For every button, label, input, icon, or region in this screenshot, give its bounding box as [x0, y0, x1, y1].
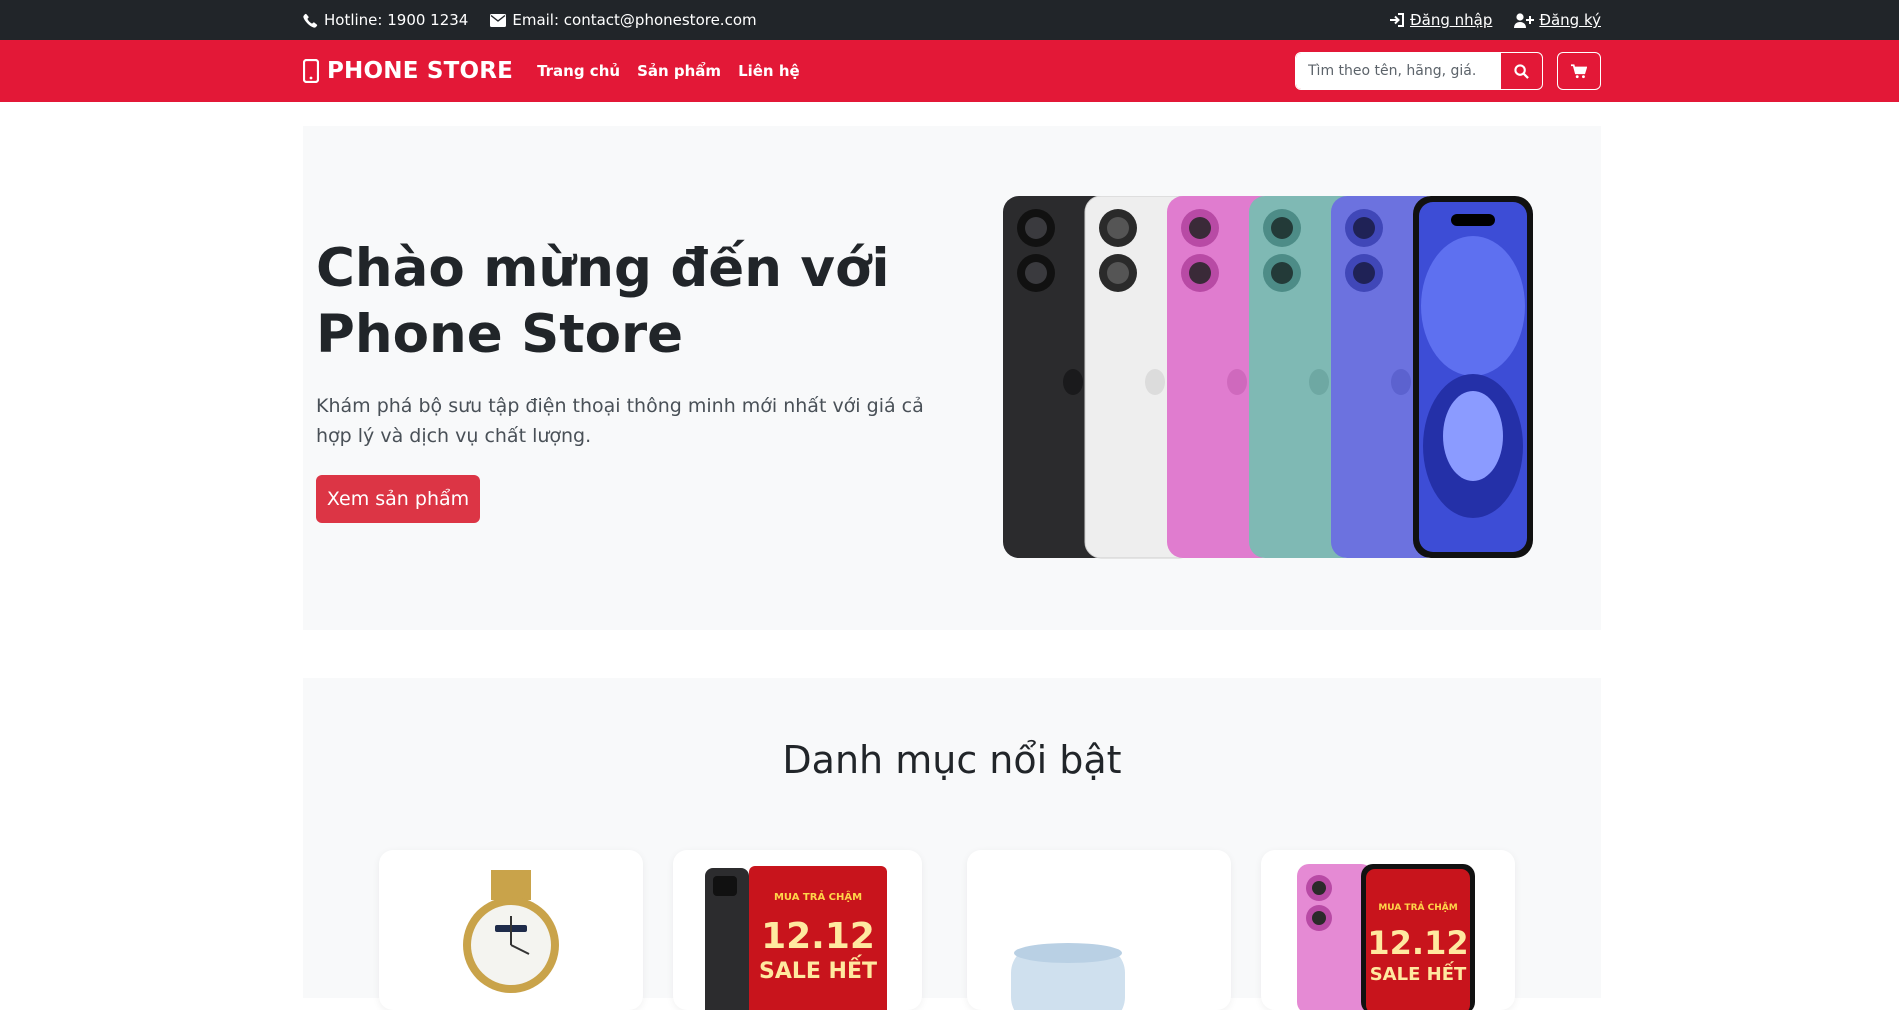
promo-top-text: MUA TRẢ CHẬM — [774, 889, 862, 903]
brand-logo[interactable]: PHONE STORE — [303, 58, 513, 84]
search-icon — [1514, 63, 1530, 79]
cart-button[interactable] — [1557, 52, 1601, 90]
promo-sale-text-2: SALE HẾT — [1370, 961, 1467, 985]
sign-in-icon — [1390, 13, 1405, 27]
main-navbar: PHONE STORE Trang chủ Sản phẩm Liên hệ — [0, 40, 1899, 102]
tablet-promo-image: MUA TRẢ CHẬM 12.12 SALE HẾT — [705, 866, 887, 1010]
email-text: Email: contact@phonestore.com — [512, 11, 757, 29]
search-button[interactable] — [1500, 53, 1542, 89]
promo-sale-text: SALE HẾT — [759, 955, 877, 984]
envelope-icon — [490, 13, 507, 27]
user-plus-icon — [1514, 12, 1535, 28]
category-card-earbuds[interactable] — [967, 850, 1231, 1010]
category-card-phone[interactable]: MUA TRẢ CHẬM 12.12 SALE HẾT — [1261, 850, 1515, 1010]
hero-title: Chào mừng đến với Phone Store — [316, 238, 890, 365]
register-link[interactable]: Đăng ký — [1514, 11, 1601, 29]
watch-image — [463, 870, 559, 993]
earbuds-image — [1011, 943, 1125, 1010]
nav-contact[interactable]: Liên hệ — [738, 62, 800, 80]
mobile-phone-icon — [303, 59, 319, 83]
hero-phones-image — [1003, 196, 1533, 559]
phone-promo-image: MUA TRẢ CHẬM 12.12 SALE HẾT — [1297, 864, 1475, 1010]
register-label[interactable]: Đăng ký — [1539, 11, 1601, 29]
login-link[interactable]: Đăng nhập — [1389, 11, 1492, 29]
hero-banner: Chào mừng đến với Phone Store Khám phá b… — [303, 126, 1601, 630]
phone-icon — [303, 13, 318, 28]
view-products-button[interactable]: Xem sản phẩm — [316, 475, 480, 523]
search-box — [1295, 52, 1543, 90]
promo-top-text-2: MUA TRẢ CHẬM — [1378, 901, 1457, 913]
hero-subtitle: Khám phá bộ sưu tập điện thoại thông min… — [316, 395, 924, 447]
phone-front-screen — [1413, 196, 1533, 558]
promo-big-text-2: 12.12 — [1367, 924, 1468, 962]
top-info-bar: Hotline: 1900 1234 Email: contact@phones… — [0, 0, 1899, 40]
categories-title: Danh mục nổi bật — [782, 738, 1122, 782]
hotline: Hotline: 1900 1234 — [303, 11, 468, 29]
category-card-watch[interactable] — [379, 850, 643, 1010]
nav-home[interactable]: Trang chủ — [537, 62, 620, 80]
shopping-cart-icon — [1571, 63, 1587, 78]
category-card-tablet[interactable]: MUA TRẢ CHẬM 12.12 SALE HẾT — [673, 850, 922, 1010]
brand-name[interactable]: PHONE STORE — [327, 58, 513, 84]
login-label[interactable]: Đăng nhập — [1410, 11, 1492, 29]
search-input[interactable] — [1296, 53, 1501, 89]
promo-big-text: 12.12 — [761, 916, 875, 957]
email: Email: contact@phonestore.com — [490, 11, 757, 29]
hotline-text: Hotline: 1900 1234 — [324, 11, 469, 29]
nav-products[interactable]: Sản phẩm — [637, 62, 721, 80]
featured-categories: Danh mục nổi bật MUA TRẢ CHẬM 12.12 SALE… — [303, 678, 1601, 1010]
